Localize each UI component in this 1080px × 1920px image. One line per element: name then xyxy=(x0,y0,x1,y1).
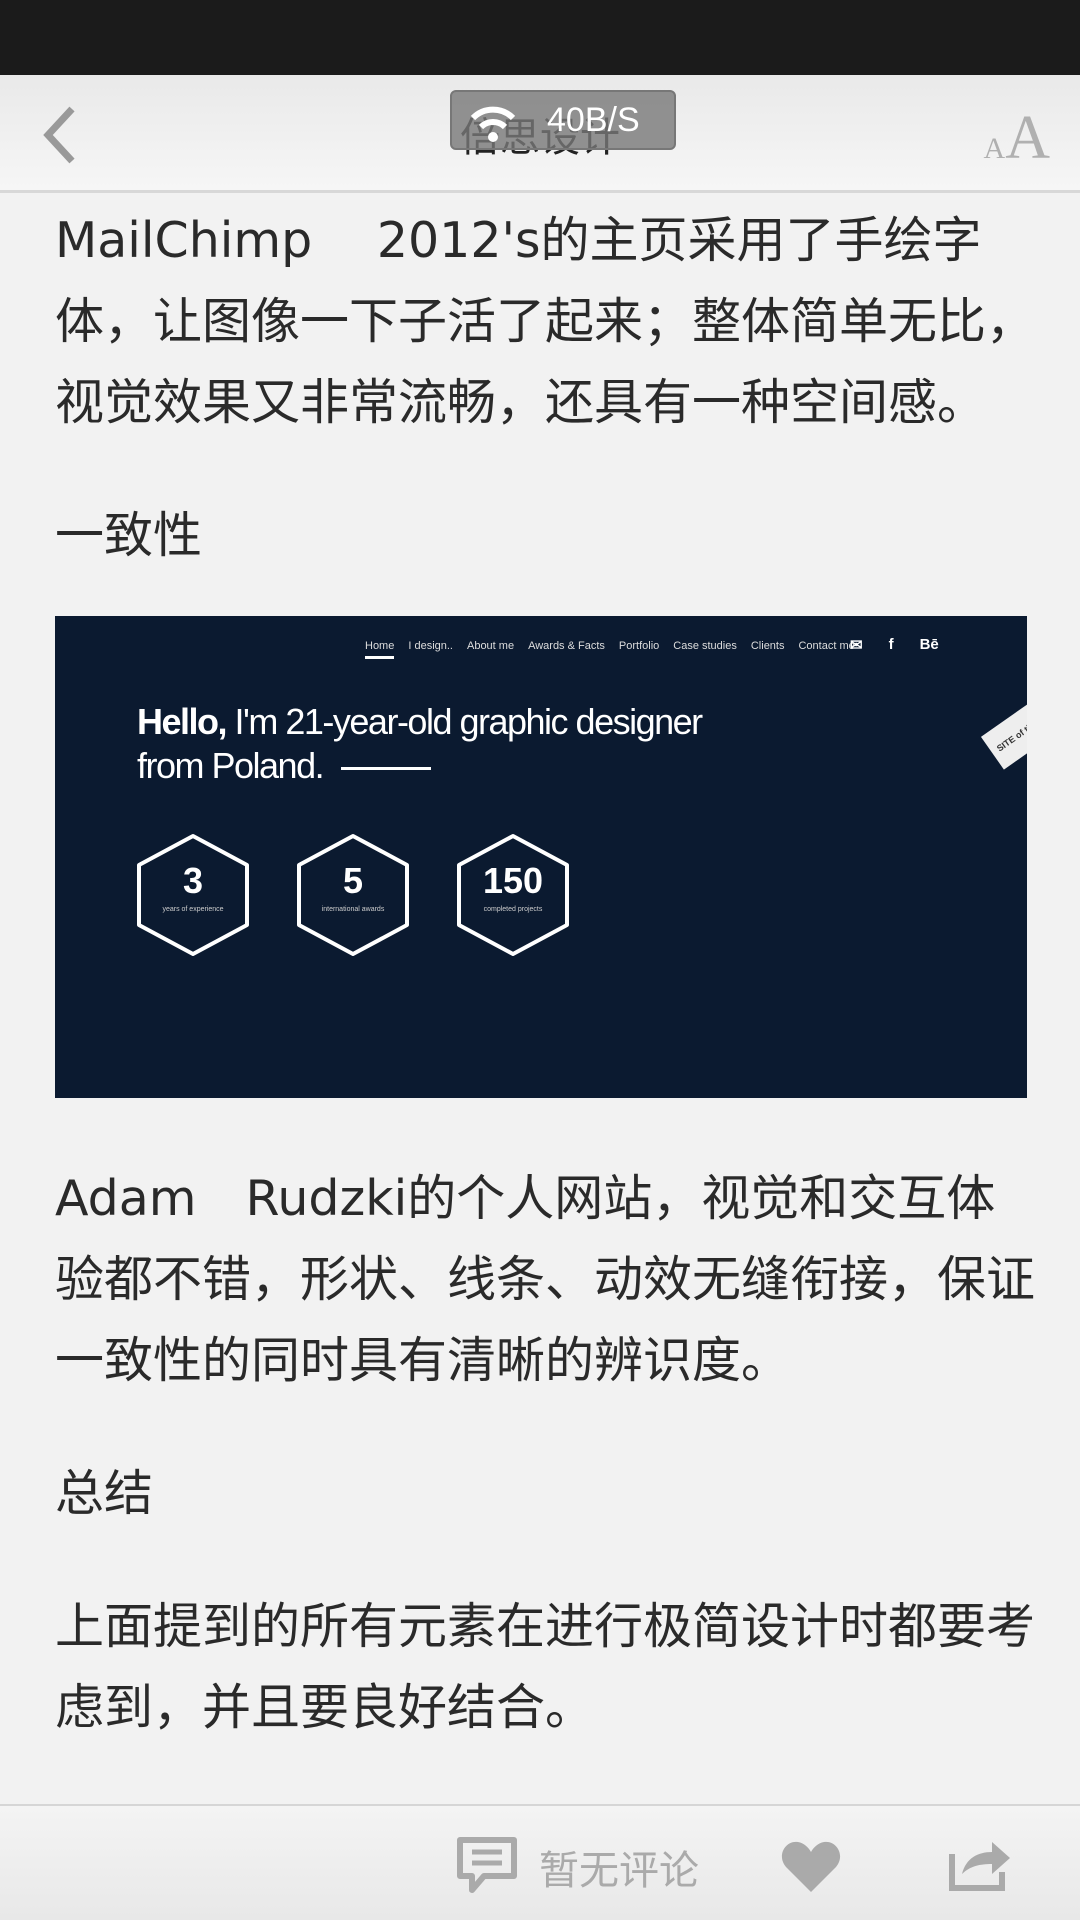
paragraph: MailChimp 2012's的主页采用了手绘字体，让图像一下子活了起来；整体… xyxy=(55,212,1036,431)
image-social-icons: ✉ f Bē xyxy=(850,636,939,654)
nav-item: Home xyxy=(365,640,395,659)
stat-number: 3 xyxy=(182,860,204,901)
nav-item: Case studies xyxy=(673,640,737,652)
divider xyxy=(341,766,432,770)
hello-line2: from Poland. xyxy=(137,745,325,786)
stat-hexagon: 3 years of experience xyxy=(135,832,251,958)
section-heading: 总结 xyxy=(55,1465,154,1522)
bottom-bar: 暂无评论 xyxy=(0,1804,1080,1920)
paragraph: Adam Rudzki的个人网站，视觉和交互体验都不错，形状、线条、动效无缝衔接… xyxy=(55,1170,1036,1389)
stat-caption: years of experience xyxy=(162,906,224,913)
nav-item: About me xyxy=(466,640,515,652)
share-icon[interactable] xyxy=(948,1834,1012,1892)
comment-icon[interactable] xyxy=(456,1836,518,1894)
site-of-day-ribbon: SITE of the DAY xyxy=(980,702,1027,770)
nav-item: Awards & Facts xyxy=(528,640,605,652)
nav-item: Portfolio xyxy=(618,640,660,652)
image-headline: Hello, I'm 21-year-old graphic designer … xyxy=(137,700,704,788)
stat-hexagon: 150 completed projects xyxy=(455,832,571,958)
mail-icon: ✉ xyxy=(850,637,863,654)
stat-caption: completed projects xyxy=(483,906,543,913)
hello-rest: I'm 21-year-old graphic designer xyxy=(226,701,704,742)
stat-hexagon: 5 international awards xyxy=(295,832,411,958)
paragraph: 上面提到的所有元素在进行极简设计时都要考虑到，并且要良好结合。 xyxy=(55,1598,1036,1736)
comment-label[interactable]: 暂无评论 xyxy=(539,1838,699,1896)
facebook-icon: f xyxy=(888,636,894,653)
stat-caption: international awards xyxy=(321,906,385,913)
font-small-glyph: A xyxy=(983,132,1006,165)
nav-item: Clients xyxy=(750,640,785,652)
nav-item: I design.. xyxy=(408,640,453,652)
article-image: Home I design.. About me Awards & Facts … xyxy=(55,616,1027,1098)
nav-item: Contact me xyxy=(798,640,855,652)
article-body: MailChimp 2012's的主页采用了手绘字体，让图像一下子活了起来；整体… xyxy=(55,200,1035,1748)
network-speed: 40B/S xyxy=(547,101,640,139)
stat-number: 150 xyxy=(482,860,544,901)
hello-bold: Hello, xyxy=(137,701,228,742)
network-speed-badge: 40B/S xyxy=(450,90,676,150)
status-bar xyxy=(0,0,1080,75)
font-large-glyph: A xyxy=(1005,104,1050,172)
wifi-icon xyxy=(470,106,516,142)
font-size-button[interactable]: AA xyxy=(984,103,1050,174)
heart-icon[interactable] xyxy=(780,1840,842,1894)
behance-icon: Bē xyxy=(919,636,939,653)
image-nav: Home I design.. About me Awards & Facts … xyxy=(365,640,855,659)
section-heading: 一致性 xyxy=(55,507,203,564)
header: 倍思设计 40B/S AA xyxy=(0,75,1080,193)
stat-number: 5 xyxy=(342,860,364,901)
